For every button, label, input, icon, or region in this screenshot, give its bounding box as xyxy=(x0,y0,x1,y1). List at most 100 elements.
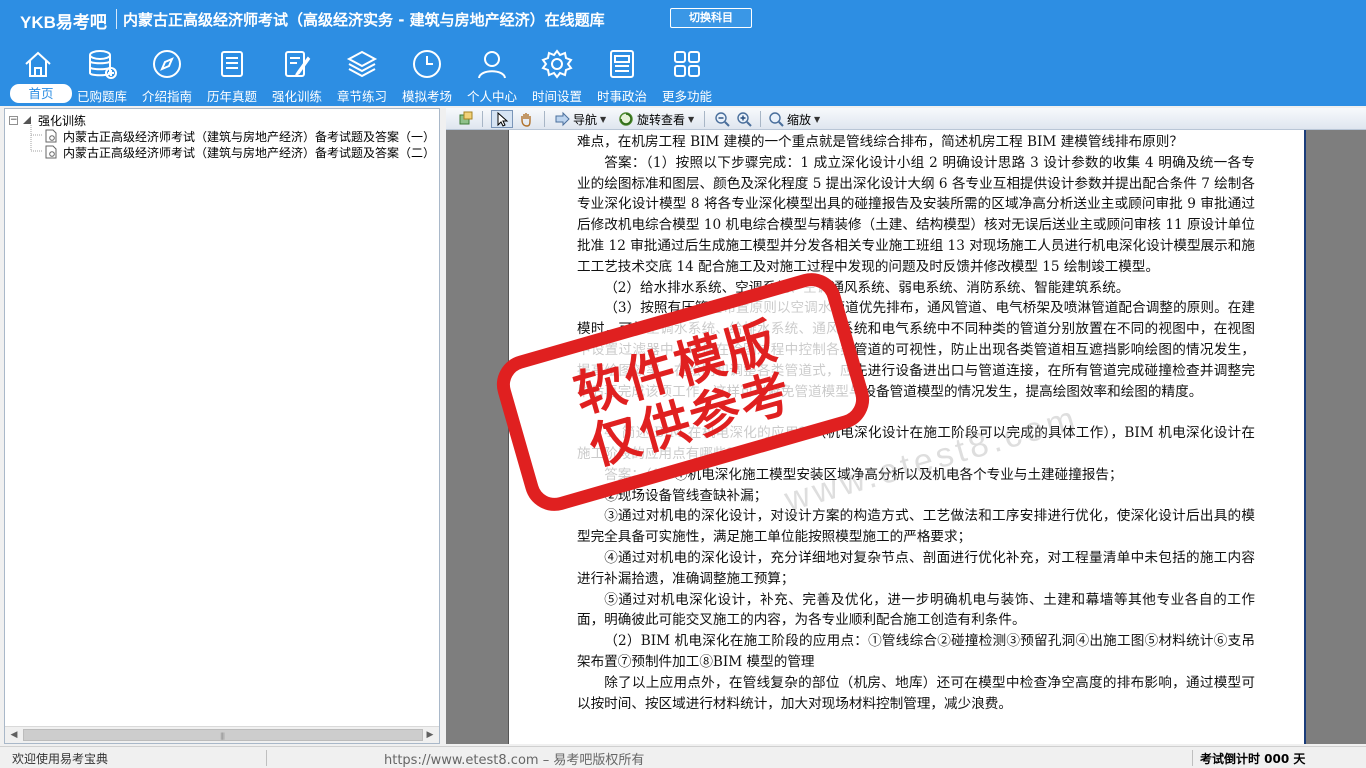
status-separator xyxy=(1192,750,1193,766)
status-copyright: https://www.etest8.com – 易考吧版权所有 xyxy=(384,753,645,768)
status-welcome: 欢迎使用易考宝典 xyxy=(12,752,109,766)
app-header: YKB易考吧 内蒙古正高级经济师考试（高级经济实务 - 建筑与房地产经济）在线题… xyxy=(0,0,1366,106)
brand-logo: YKB易考吧 xyxy=(20,13,107,32)
thumbnail-toggle-button[interactable] xyxy=(458,110,477,128)
nav-home[interactable]: 首页 xyxy=(6,48,72,104)
viewer-toolbar: 导航 ▼ 旋转查看 ▼ 缩放 ▼ xyxy=(446,108,1366,130)
caret-down-icon: ▼ xyxy=(814,114,821,124)
document-paragraph: 4. 简述 BIM 在机电深化的应用？（机电深化设计在施工阶段可以完成的具体工作… xyxy=(577,425,1255,462)
rotate-icon xyxy=(619,112,633,126)
toolbar-separator xyxy=(544,111,545,127)
edit-doc-icon xyxy=(281,48,313,80)
document-paragraph: （2）BIM 机电深化在施工阶段的应用点：①管线综合②碰撞检测③预留孔洞④出施工… xyxy=(577,633,1255,670)
nav-intensive-training[interactable]: 强化训练 xyxy=(265,48,329,104)
document-paragraph: （2）给水排水系统、空调系统、空调通风系统、弱电系统、消防系统、智能建筑系统。 xyxy=(604,279,1130,296)
document-paragraph: （3）按照有压管道布置原则以空调水管道优先排布，通风管道、电气桥架及喷淋管道配合… xyxy=(577,300,1255,400)
nav-label: 章节练习 xyxy=(336,89,387,104)
document-text: 难点，在机房工程 BIM 建模的一个重点就是管线综合排布，简述机房工程 BIM … xyxy=(577,132,1255,714)
document-paragraph: ②现场设备管线查缺补漏； xyxy=(604,487,768,504)
exam-title: 内蒙古正高级经济师考试（高级经济实务 - 建筑与房地产经济）在线题库 xyxy=(123,11,605,29)
document-page[interactable]: 难点，在机房工程 BIM 建模的一个重点就是管线综合排布，简述机房工程 BIM … xyxy=(508,130,1306,744)
layers-icon xyxy=(346,48,378,80)
navigate-label: 导航 xyxy=(573,112,598,127)
nav-current-affairs[interactable]: 时事政治 xyxy=(590,48,654,104)
select-tool-button[interactable] xyxy=(491,110,513,128)
compass-icon xyxy=(151,48,183,80)
toolbar-separator xyxy=(760,111,761,127)
nav-label: 首页 xyxy=(10,84,72,103)
tree-node-icon xyxy=(23,116,31,124)
zoom-out-button[interactable] xyxy=(714,110,733,128)
horizontal-scrollbar[interactable]: ◀ ||| ▶ xyxy=(5,726,439,743)
navigate-dropdown[interactable]: 导航 ▼ xyxy=(554,110,606,128)
nav-chapter-practice[interactable]: 章节练习 xyxy=(330,48,394,104)
tree-connector-lines xyxy=(30,125,43,152)
caret-down-icon: ▼ xyxy=(600,114,607,124)
scrollbar-thumb[interactable]: ||| xyxy=(23,729,423,741)
nav-label: 更多功能 xyxy=(661,89,712,104)
nav-label: 介绍指南 xyxy=(141,89,192,104)
zoom-label: 缩放 xyxy=(787,112,812,127)
nav-label: 强化训练 xyxy=(271,89,322,104)
zoom-icon xyxy=(769,112,784,127)
grip-icon: ||| xyxy=(220,732,225,740)
home-icon xyxy=(22,48,54,80)
document-paragraph: ④通过对机电的深化设计，充分详细地对复杂节点、剖面进行优化补充，对工程量清单中未… xyxy=(577,549,1255,587)
document-paragraph: 答案：（1）按照以下步骤完成：1 成立深化设计小组 2 明确设计思路 3 设计参… xyxy=(577,154,1255,275)
nav-mock-exam[interactable]: 模拟考场 xyxy=(395,48,459,104)
caret-down-icon: ▼ xyxy=(688,114,695,124)
nav-label: 时间设置 xyxy=(531,89,582,104)
switch-subject-button[interactable]: 切换科目 xyxy=(670,8,752,28)
clock-icon xyxy=(411,48,443,80)
document-paragraph xyxy=(577,402,1255,423)
newspaper-icon xyxy=(606,48,638,80)
status-bar: 欢迎使用易考宝典 https://www.etest8.com – 易考吧版权所… xyxy=(0,746,1366,768)
zoom-dropdown[interactable]: 缩放 ▼ xyxy=(768,110,820,128)
document-paragraph: 除了以上应用点外，在管线复杂的部位（机房、地库）还可在模型中检查净空高度的排布影… xyxy=(577,674,1255,712)
document-icon xyxy=(45,129,57,143)
hand-tool-button[interactable] xyxy=(518,110,537,128)
hand-icon xyxy=(521,113,531,127)
nav-label: 个人中心 xyxy=(466,89,517,104)
document-paragraph: ③通过对机电的深化设计，对设计方案的构造方式、工艺做法和工序安排进行优化，使深化… xyxy=(577,508,1255,546)
page-edge xyxy=(1304,130,1306,744)
title-divider xyxy=(116,9,117,29)
collapse-icon[interactable]: − xyxy=(9,115,18,125)
scroll-right-icon[interactable]: ▶ xyxy=(425,730,435,740)
zoom-in-icon xyxy=(737,112,752,127)
toolbar-separator xyxy=(482,111,483,127)
exam-countdown: 考试倒计时 000 天 xyxy=(1200,752,1306,766)
nav-purchased-banks[interactable]: 已购题库 xyxy=(70,48,134,104)
gear-icon xyxy=(541,48,573,80)
tree-item[interactable]: 内蒙古正高级经济师考试（建筑与房地产经济）备考试题及答案（二） xyxy=(45,144,435,160)
nav-intro-guide[interactable]: 介绍指南 xyxy=(135,48,199,104)
nav-time-settings[interactable]: 时间设置 xyxy=(525,48,589,104)
zoom-in-button[interactable] xyxy=(736,110,755,128)
tree-item-label: 内蒙古正高级经济师考试（建筑与房地产经济）备考试题及答案（二） xyxy=(63,145,436,160)
document-viewer: 导航 ▼ 旋转查看 ▼ 缩放 ▼ 难点，在机房工程 BIM 建模的一个重点就是管… xyxy=(446,108,1366,744)
nav-label: 时事政治 xyxy=(596,89,647,104)
navigate-icon xyxy=(555,111,570,127)
main-nav: 首页 已购题库 介绍指南 历年真题 强化训练 章节练习 模拟考场 个人中心 时间… xyxy=(0,48,1366,106)
toolbar-separator xyxy=(704,111,705,127)
zoom-out-icon xyxy=(715,112,730,127)
document-paragraph: 难点，在机房工程 BIM 建模的一个重点就是管线综合排布，简述机房工程 BIM … xyxy=(577,134,1183,150)
viewer-gutter xyxy=(1308,130,1366,744)
rotate-view-label: 旋转查看 xyxy=(637,112,686,127)
tree-root[interactable]: − 强化训练 xyxy=(9,112,86,128)
nav-label: 历年真题 xyxy=(206,89,257,104)
title-bar: YKB易考吧 内蒙古正高级经济师考试（高级经济实务 - 建筑与房地产经济）在线题… xyxy=(0,0,1366,38)
rotate-view-dropdown[interactable]: 旋转查看 ▼ xyxy=(618,110,694,128)
nav-more-features[interactable]: 更多功能 xyxy=(655,48,719,104)
scroll-left-icon[interactable]: ◀ xyxy=(9,730,19,740)
status-separator xyxy=(266,750,267,766)
nav-label: 已购题库 xyxy=(76,89,127,104)
tree-item[interactable]: 内蒙古正高级经济师考试（建筑与房地产经济）备考试题及答案（一） xyxy=(45,128,435,144)
document-paragraph: ⑤通过对机电深化设计，补充、完善及优化，进一步明确机电与装饰、土建和幕墙等其他专… xyxy=(577,591,1255,629)
tree-panel: − 强化训练 内蒙古正高级经济师考试（建筑与房地产经济）备考试题及答案（一） 内… xyxy=(4,108,440,744)
nav-past-exams[interactable]: 历年真题 xyxy=(200,48,264,104)
tree-root-label: 强化训练 xyxy=(38,113,87,128)
nav-personal-center[interactable]: 个人中心 xyxy=(460,48,524,104)
nav-label: 模拟考场 xyxy=(401,89,452,104)
thumbnail-icon xyxy=(459,111,473,125)
